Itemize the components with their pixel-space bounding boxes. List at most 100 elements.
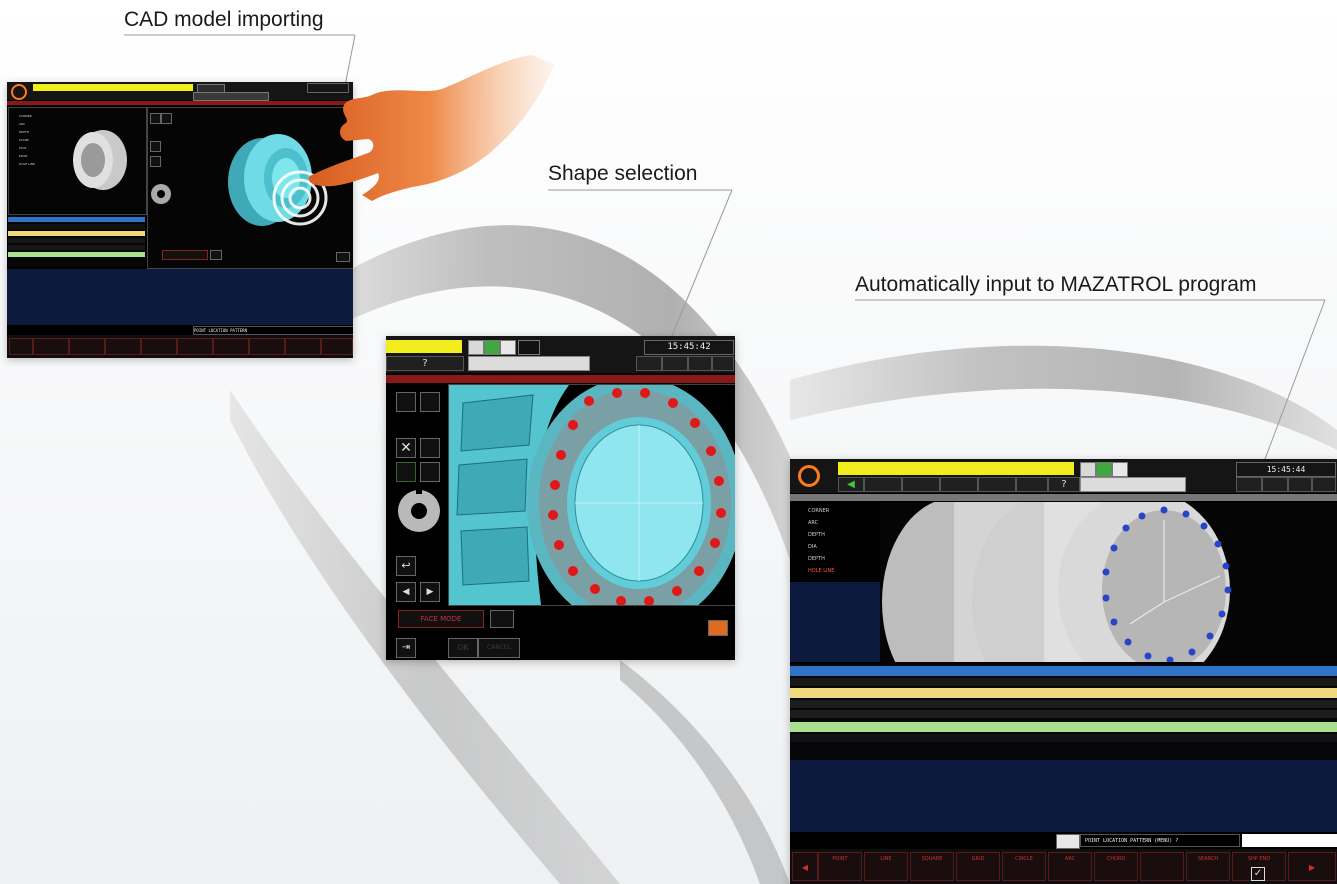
rotate-icon[interactable] [420, 392, 440, 412]
softkey-arc[interactable]: ARC [1048, 852, 1092, 881]
confirm-icon[interactable] [708, 620, 728, 636]
settings-button[interactable] [1312, 477, 1336, 492]
softkey-button[interactable] [249, 338, 285, 355]
ok-button[interactable] [336, 252, 350, 262]
shape-selection-view[interactable] [448, 384, 735, 606]
table-row [790, 734, 1337, 742]
nav-back-button[interactable]: ◀ [838, 477, 864, 492]
softkey-button[interactable] [141, 338, 177, 355]
pointing-hand-icon [308, 55, 554, 201]
tree-item[interactable]: DEPTH [19, 130, 29, 134]
softkey-button[interactable] [69, 338, 105, 355]
tree-item[interactable]: CORNER [808, 508, 829, 514]
model-tree-panel: CORNER ARC DEPTH PLANE FACE EDGE HOLE LI… [8, 107, 147, 215]
table-header-row [790, 666, 1337, 676]
tree-item[interactable]: ARC [808, 520, 818, 526]
softkey-shape-end[interactable]: SHP END ✓ [1232, 852, 1286, 881]
mode-icon-1[interactable] [1080, 462, 1096, 477]
surface-icon[interactable] [210, 250, 222, 260]
tree-item[interactable]: EDGE [19, 154, 27, 158]
tool-button[interactable] [1288, 477, 1312, 492]
nav-button[interactable] [940, 477, 978, 492]
softkey-button[interactable] [105, 338, 141, 355]
tree-item[interactable]: HOLE LINE [19, 162, 35, 166]
message-text: POINT LOCATION PATTERN [194, 328, 247, 333]
rotate-icon[interactable] [161, 113, 172, 124]
mode-button[interactable] [162, 250, 208, 260]
prev-icon[interactable]: ◀ [396, 582, 416, 602]
softkey-button[interactable] [321, 338, 353, 355]
softkey-chord[interactable]: CHORD [1094, 852, 1138, 881]
input-field[interactable] [1242, 834, 1337, 847]
fit-view-icon[interactable]: ✕ [396, 438, 416, 458]
undo-icon[interactable]: ↩ [396, 556, 416, 576]
softkey-button[interactable] [177, 338, 213, 355]
softkey-next[interactable]: ▶ [1288, 852, 1336, 881]
tree-item[interactable]: DIA [808, 544, 817, 550]
nav-button[interactable] [902, 477, 940, 492]
cancel-label: CANCEL [486, 644, 512, 651]
tree-item[interactable]: PLANE [19, 138, 29, 142]
table-row [790, 700, 1337, 708]
exit-icon[interactable]: ⇥ [396, 638, 416, 658]
table-header-row [8, 252, 145, 257]
program-path-bar [790, 494, 1337, 501]
mode-icon-3[interactable] [1112, 462, 1128, 477]
mode-icon-1[interactable] [468, 340, 484, 355]
zoom-icon[interactable] [150, 156, 161, 167]
tool-button[interactable] [1236, 477, 1262, 492]
softkey-point[interactable]: POINT [818, 852, 862, 881]
mode-icon-2[interactable] [1096, 462, 1112, 477]
mode-icon-3[interactable] [500, 340, 516, 355]
fit-view-icon[interactable] [150, 141, 161, 152]
help-button[interactable]: ? [1048, 477, 1080, 492]
mode-icon-4[interactable] [518, 340, 540, 355]
softkey-prev[interactable]: ◀ [792, 852, 818, 881]
settings-button[interactable] [712, 356, 734, 371]
cancel-button[interactable]: CANCEL [478, 638, 520, 658]
help-label: ? [422, 358, 428, 369]
softkey-button[interactable] [285, 338, 321, 355]
cyan-flange-model [449, 385, 735, 605]
program-table [8, 215, 145, 267]
folder-button[interactable] [978, 477, 1016, 492]
face-mode-button[interactable]: FACE MODE [398, 610, 484, 628]
cycle-icon[interactable] [1056, 834, 1080, 849]
softkey-label: SHP END [1247, 856, 1271, 862]
tree-item[interactable]: FACE [19, 146, 26, 150]
softkey-square[interactable]: SQUARE [910, 852, 954, 881]
zoom-out-icon[interactable] [420, 462, 440, 482]
softkey-button[interactable] [33, 338, 69, 355]
help-button[interactable]: ? [386, 356, 464, 371]
softkey-line[interactable]: LINE [864, 852, 908, 881]
zoom-in-icon[interactable] [420, 438, 440, 458]
nav-button[interactable] [864, 477, 902, 492]
softkey-button[interactable] [9, 338, 33, 355]
pan-icon[interactable] [396, 462, 416, 482]
tool-button[interactable] [662, 356, 688, 371]
tool-button[interactable] [1016, 477, 1048, 492]
tool-button[interactable] [636, 356, 662, 371]
softkey-search[interactable]: SEARCH [1186, 852, 1230, 881]
ok-button[interactable]: OK [448, 638, 478, 658]
softkey-label: CHORD [1106, 856, 1126, 862]
tree-item-selected[interactable]: HOLE LINE [808, 568, 834, 574]
tree-item[interactable]: CORNER [19, 114, 32, 118]
tree-item[interactable]: DEPTH [808, 556, 825, 562]
view-reset-icon[interactable] [150, 113, 161, 124]
tool-button[interactable] [1262, 477, 1288, 492]
softkey-blank[interactable] [1140, 852, 1184, 881]
message-text: POINT LOCATION PATTERN (MENU) ? [1085, 838, 1179, 844]
tree-item[interactable]: ARC [19, 122, 25, 126]
tool-button[interactable] [688, 356, 712, 371]
softkey-circle[interactable]: CIRCLE [1002, 852, 1046, 881]
ok-label: OK [457, 643, 469, 652]
softkey-grid[interactable]: GRID [956, 852, 1000, 881]
surface-icon[interactable] [490, 610, 514, 628]
tree-item[interactable]: DEPTH [808, 532, 825, 538]
view-reset-icon[interactable] [396, 392, 416, 412]
mode-bar [33, 84, 193, 91]
next-icon[interactable]: ▶ [420, 582, 440, 602]
mode-icon-2[interactable] [484, 340, 500, 355]
softkey-button[interactable] [213, 338, 249, 355]
